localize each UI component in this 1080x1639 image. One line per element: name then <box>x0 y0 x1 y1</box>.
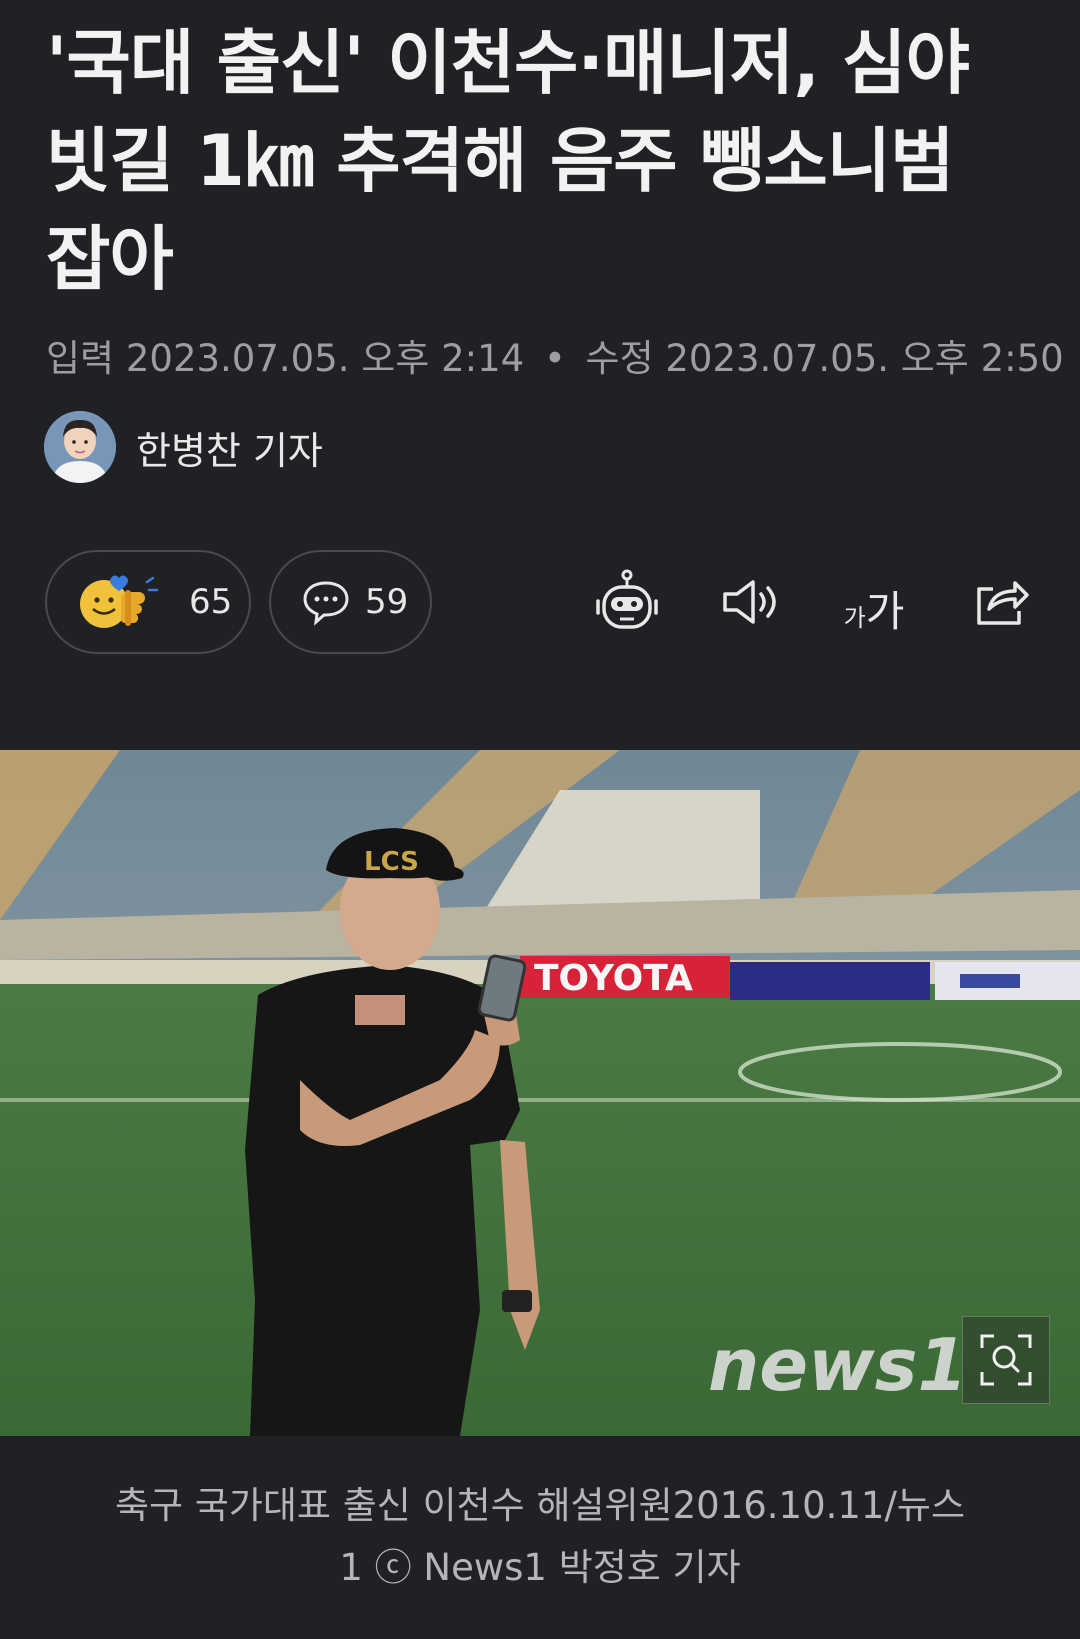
modified-label: 수정 <box>585 337 654 380</box>
zoom-icon[interactable] <box>962 1316 1050 1404</box>
photo-caption-line1: 축구 국가대표 출신 이천수 해설위원2016.10.11/뉴스 <box>114 1484 966 1527</box>
article-photo[interactable]: TOYOTA LCS news1 <box>0 750 1080 1436</box>
like-emoji-icon <box>77 572 163 632</box>
published-label: 입력 <box>46 337 115 380</box>
cap-logo: LCS <box>364 847 419 877</box>
reaction-button[interactable]: 65 <box>45 550 251 654</box>
robot-summary-icon[interactable] <box>587 562 667 642</box>
comment-bubble-icon <box>301 577 351 627</box>
font-size-large: 가 <box>865 587 905 636</box>
board-toyota: TOYOTA <box>534 958 693 999</box>
comment-count: 59 <box>365 582 409 622</box>
font-size-small: 가 <box>843 604 866 632</box>
photo-caption-line2: 1 ⓒ News1 박정호 기자 <box>339 1546 741 1589</box>
news1-watermark: news1 <box>708 1323 968 1407</box>
comment-button[interactable]: 59 <box>269 550 432 654</box>
article-meta: 입력 2023.07.05. 오후 2:14 • 수정 2023.07.05. … <box>46 328 1064 382</box>
modified-date: 2023.07.05. 오후 2:50 <box>665 337 1064 380</box>
like-count: 65 <box>189 582 233 622</box>
published-date: 2023.07.05. 오후 2:14 <box>125 337 525 380</box>
font-size-icon[interactable]: 가 가 <box>834 562 914 642</box>
article-title: '국대 출신' 이천수·매니저, 심야 빗길 1㎞ 추격해 음주 뺑소니범 잡아 <box>46 22 970 300</box>
share-icon[interactable] <box>960 562 1040 642</box>
author-name[interactable]: 한병찬 기자 <box>136 420 323 475</box>
photo-caption: 축구 국가대표 출신 이천수 해설위원2016.10.11/뉴스 1 ⓒ New… <box>40 1475 1040 1599</box>
speaker-icon[interactable] <box>709 562 789 642</box>
meta-separator: • <box>543 337 566 380</box>
author[interactable]: 한병찬 기자 <box>44 410 323 484</box>
author-avatar[interactable] <box>44 411 116 483</box>
article-header: '국대 출신' 이천수·매니저, 심야 빗길 1㎞ 추격해 음주 뺑소니범 잡아… <box>0 0 1080 750</box>
